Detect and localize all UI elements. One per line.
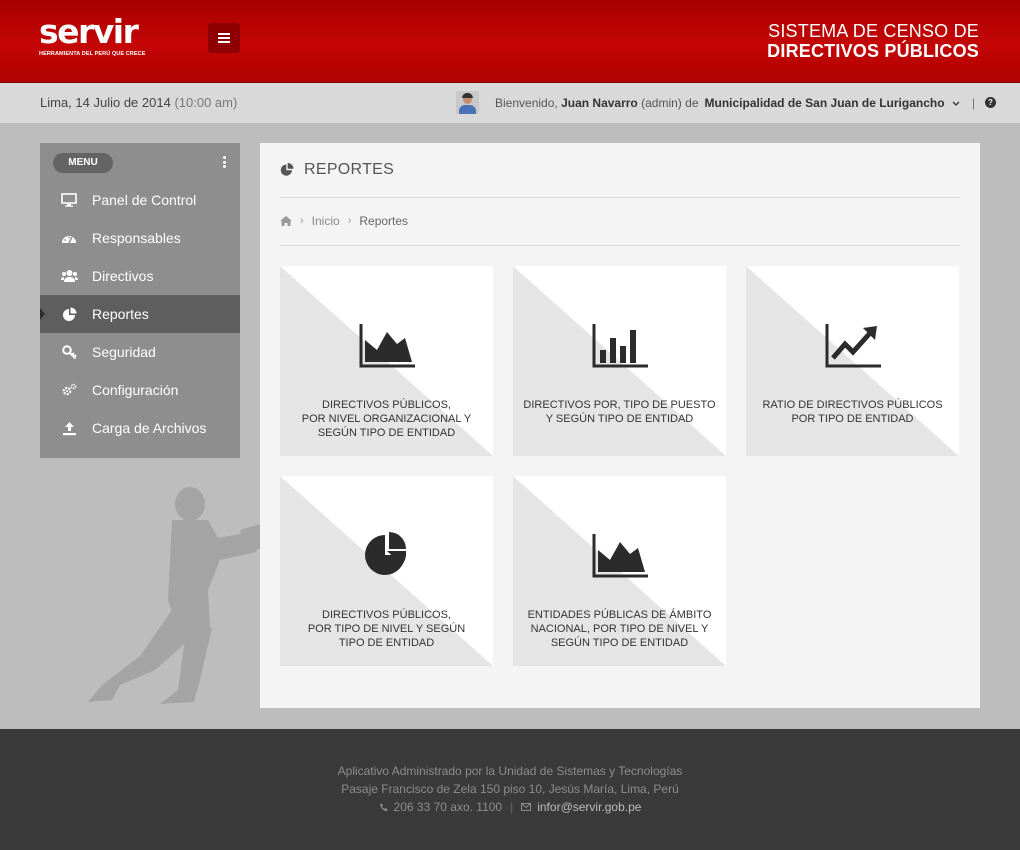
card-label: DIRECTIVOS PÚBLICOS, POR TIPO DE NIVEL Y… [307, 609, 466, 649]
help-icon[interactable]: ? [985, 97, 996, 108]
chevron-right-icon: › [300, 215, 304, 227]
footer-email-link[interactable]: infor@servir.gob.pe [537, 800, 641, 814]
divider [280, 245, 960, 246]
footer-line-1: Aplicativo Administrado por la Unidad de… [337, 764, 683, 778]
user-role: (admin) [641, 95, 682, 110]
system-title-line1: SISTEMA DE CENSO DE [768, 21, 979, 41]
of-label: de [685, 95, 699, 110]
footer-address: Pasaje Francisco de Zela 150 piso 10, Je… [341, 782, 679, 796]
chevron-right-icon: › [347, 215, 352, 227]
system-title-line2: DIRECTIVOS PÚBLICOS [767, 41, 979, 61]
gears-icon [60, 381, 78, 399]
mail-icon [521, 803, 532, 811]
breadcrumb: › Inicio › Reportes [280, 214, 408, 228]
report-card-entidades-nacionales[interactable]: ENTIDADES PÚBLICAS DE ÁMBITO NACIONAL, P… [513, 476, 726, 666]
bar-chart-icon [592, 324, 648, 368]
sidebar-item-directivos[interactable]: Directivos [40, 257, 240, 295]
footer-phone: 206 33 70 axo. 1100 [393, 800, 503, 814]
separator: | [971, 95, 975, 110]
servir-logo[interactable]: servir HERRAMIENTA DEL PERÚ QUE CRECE [39, 12, 146, 58]
card-label: RATIO DE DIRECTIVOS PÚBLICOS POR TIPO DE… [762, 399, 943, 425]
card-label: DIRECTIVOS PÚBLICOS, POR NIVEL ORGANIZAC… [301, 399, 472, 439]
sidebar-item-reportes[interactable]: Reportes [40, 295, 240, 333]
chevron-down-icon [952, 101, 960, 106]
sidebar-item-label: Seguridad [92, 344, 156, 360]
kebab-menu-icon[interactable] [223, 156, 226, 170]
current-date: Lima, 14 Julio de 2014 (10:00 am) [40, 95, 237, 110]
report-card-tipo-de-puesto[interactable]: DIRECTIVOS POR, TIPO DE PUESTO Y SEGÚN T… [513, 266, 726, 456]
card-label: ENTIDADES PÚBLICAS DE ÁMBITO NACIONAL, P… [527, 609, 712, 649]
sidebar-item-label: Configuración [92, 382, 179, 398]
sidebar-item-label: Carga de Archivos [92, 420, 207, 436]
pie-chart-icon [280, 163, 294, 176]
sidebar-item-carga-de-archivos[interactable]: Carga de Archivos [40, 409, 240, 447]
pie-chart-icon [60, 305, 78, 323]
key-icon [60, 343, 78, 361]
area-chart-icon [592, 534, 648, 578]
report-card-nivel-organizacional[interactable]: DIRECTIVOS PÚBLICOS, POR NIVEL ORGANIZAC… [280, 266, 493, 456]
menu-toggle-button[interactable] [208, 23, 240, 53]
footer-separator: | [510, 800, 514, 814]
report-card-ratio-directivos[interactable]: RATIO DE DIRECTIVOS PÚBLICOS POR TIPO DE… [746, 266, 959, 456]
sidebar: MENU Panel de Control Responsables Direc… [40, 143, 240, 458]
home-icon[interactable] [280, 216, 292, 226]
sidebar-item-panel-de-control[interactable]: Panel de Control [40, 181, 240, 219]
sidebar-item-label: Directivos [92, 268, 154, 284]
info-bar: Lima, 14 Julio de 2014 (10:00 am) Bienve… [0, 83, 1020, 123]
footer-contact: 206 33 70 axo. 1100 | infor@servir.gob.p… [0, 800, 1020, 814]
sidebar-item-label: Reportes [92, 306, 149, 322]
area-chart-icon [359, 324, 415, 368]
divider [280, 197, 960, 198]
footer: Aplicativo Administrado por la Unidad de… [0, 729, 1020, 850]
menu-label: MENU [53, 153, 113, 173]
user-box: Bienvenido, Juan Navarro (admin) de Muni… [456, 91, 996, 114]
logo-tagline: HERRAMIENTA DEL PERÚ QUE CRECE [39, 51, 146, 57]
sidebar-item-label: Panel de Control [92, 192, 197, 208]
hamburger-icon [218, 33, 230, 43]
date-text: Lima, 14 Julio de 2014 [40, 95, 171, 110]
user-name: Juan Navarro [561, 95, 638, 110]
sidebar-item-configuracion[interactable]: Configuración [40, 371, 240, 409]
header: servir HERRAMIENTA DEL PERÚ QUE CRECE SI… [0, 0, 1020, 83]
pushing-man-illustration [88, 487, 263, 704]
logo-text: servir [39, 12, 139, 51]
sidebar-item-label: Responsables [92, 230, 181, 246]
avatar[interactable] [456, 91, 479, 114]
sidebar-item-responsables[interactable]: Responsables [40, 219, 240, 257]
dashboard-icon [60, 229, 78, 247]
breadcrumb-reportes: Reportes [359, 214, 409, 228]
sidebar-item-seguridad[interactable]: Seguridad [40, 333, 240, 371]
organization-name: Municipalidad de San Juan de Lurigancho [704, 95, 945, 110]
page-title: REPORTES [304, 161, 395, 178]
users-icon [60, 267, 78, 285]
phone-icon [379, 803, 388, 811]
welcome-text: Bienvenido, [495, 95, 558, 110]
time-text: (10:00 am) [174, 95, 238, 110]
sidebar-nav: Panel de Control Responsables Directivos… [40, 181, 240, 447]
system-title: SISTEMA DE CENSO DE DIRECTIVOS PÚBLICOS [767, 21, 979, 62]
pie-chart-icon [365, 532, 407, 575]
breadcrumb-inicio[interactable]: Inicio [312, 214, 340, 228]
organization-dropdown[interactable]: Municipalidad de San Juan de Lurigancho [705, 96, 960, 110]
panel-header: REPORTES [280, 161, 394, 179]
line-chart-icon [825, 324, 881, 368]
report-card-tipo-de-nivel[interactable]: DIRECTIVOS PÚBLICOS, POR TIPO DE NIVEL Y… [280, 476, 493, 666]
upload-icon [60, 419, 78, 437]
card-label: DIRECTIVOS POR, TIPO DE PUESTO Y SEGÚN T… [523, 399, 716, 425]
main-panel: REPORTES › Inicio › Reportes DIRECTIVOS … [260, 143, 980, 708]
monitor-icon [60, 191, 78, 209]
